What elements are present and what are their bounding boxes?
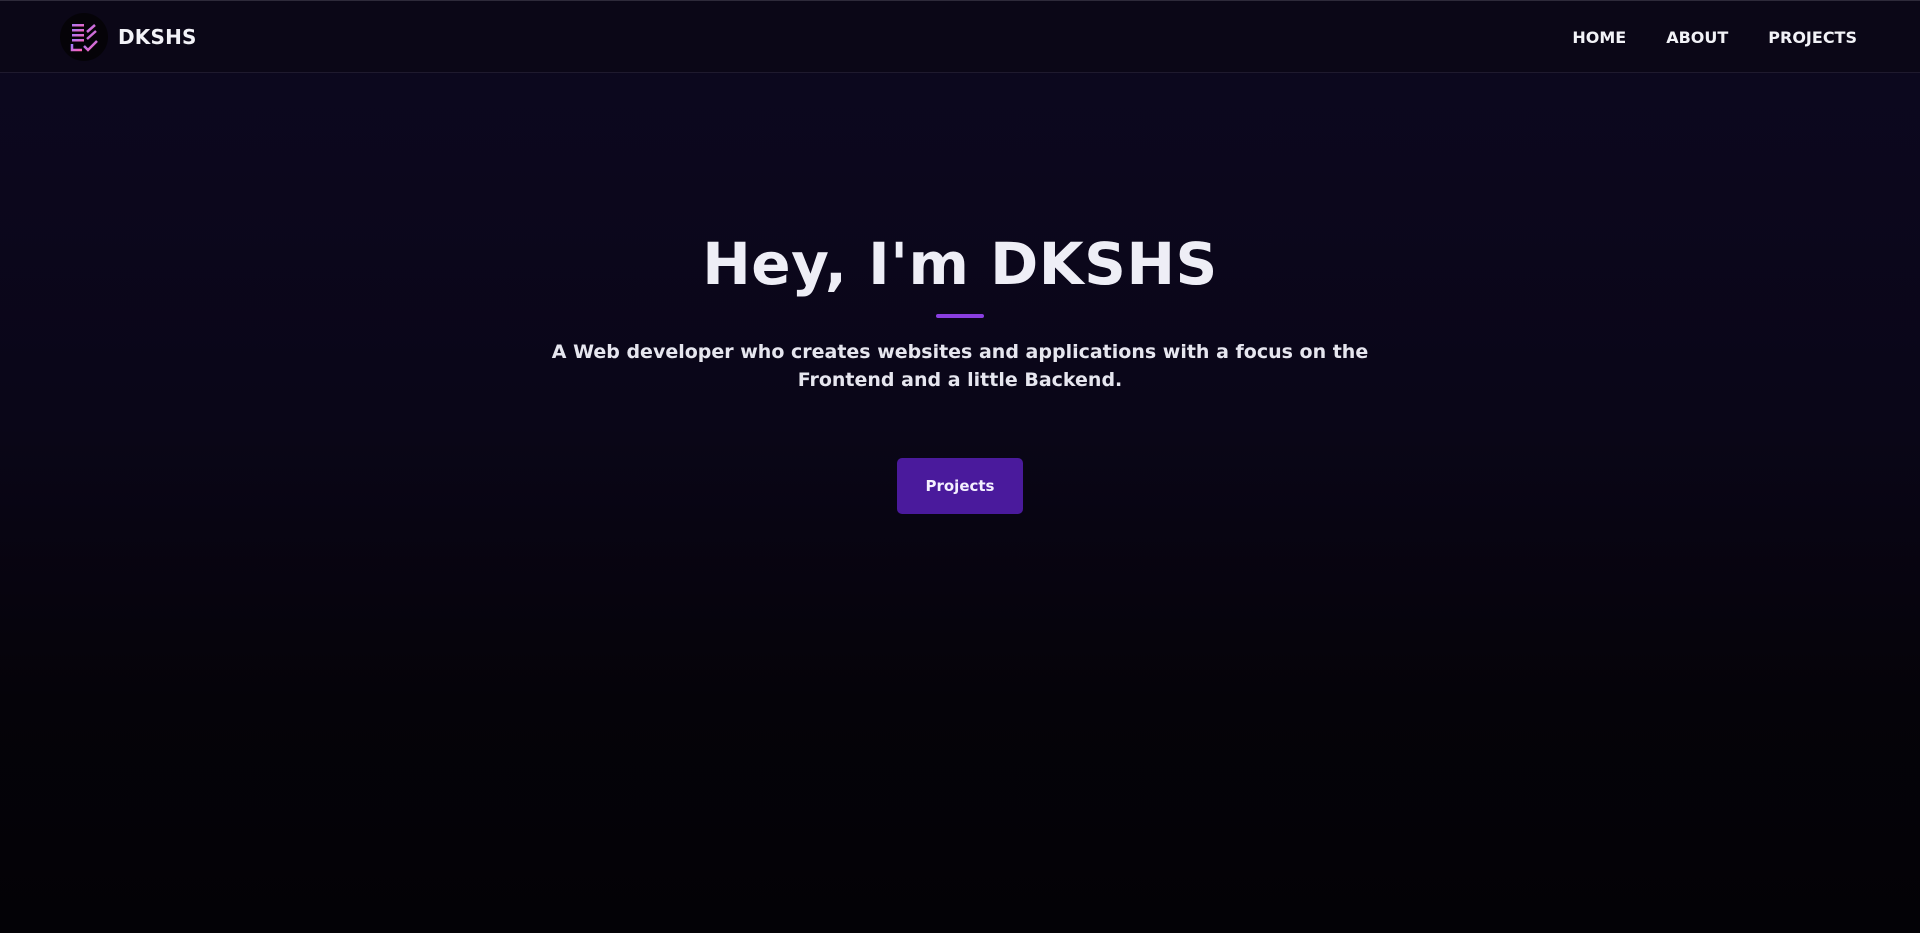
- hero-subtitle: A Web developer who creates websites and…: [551, 341, 1369, 391]
- hero-title: Hey, I'm DKSHS: [702, 230, 1218, 298]
- brand-name[interactable]: DKSHS: [118, 25, 197, 49]
- projects-button[interactable]: Projects: [897, 458, 1023, 514]
- title-underline: [936, 314, 984, 318]
- brand[interactable]: DKSHS: [60, 13, 197, 61]
- top-navbar: DKSHS HOME ABOUT PROJECTS: [0, 0, 1920, 73]
- logo-icon[interactable]: [60, 13, 108, 61]
- nav-about-link[interactable]: ABOUT: [1666, 28, 1728, 47]
- hero-section: Hey, I'm DKSHS A Web developer who creat…: [0, 228, 1920, 514]
- logo-glyph: [70, 24, 98, 52]
- main-nav: HOME ABOUT PROJECTS: [1572, 1, 1857, 74]
- nav-projects-link[interactable]: PROJECTS: [1768, 28, 1857, 47]
- nav-home-link[interactable]: HOME: [1572, 28, 1626, 47]
